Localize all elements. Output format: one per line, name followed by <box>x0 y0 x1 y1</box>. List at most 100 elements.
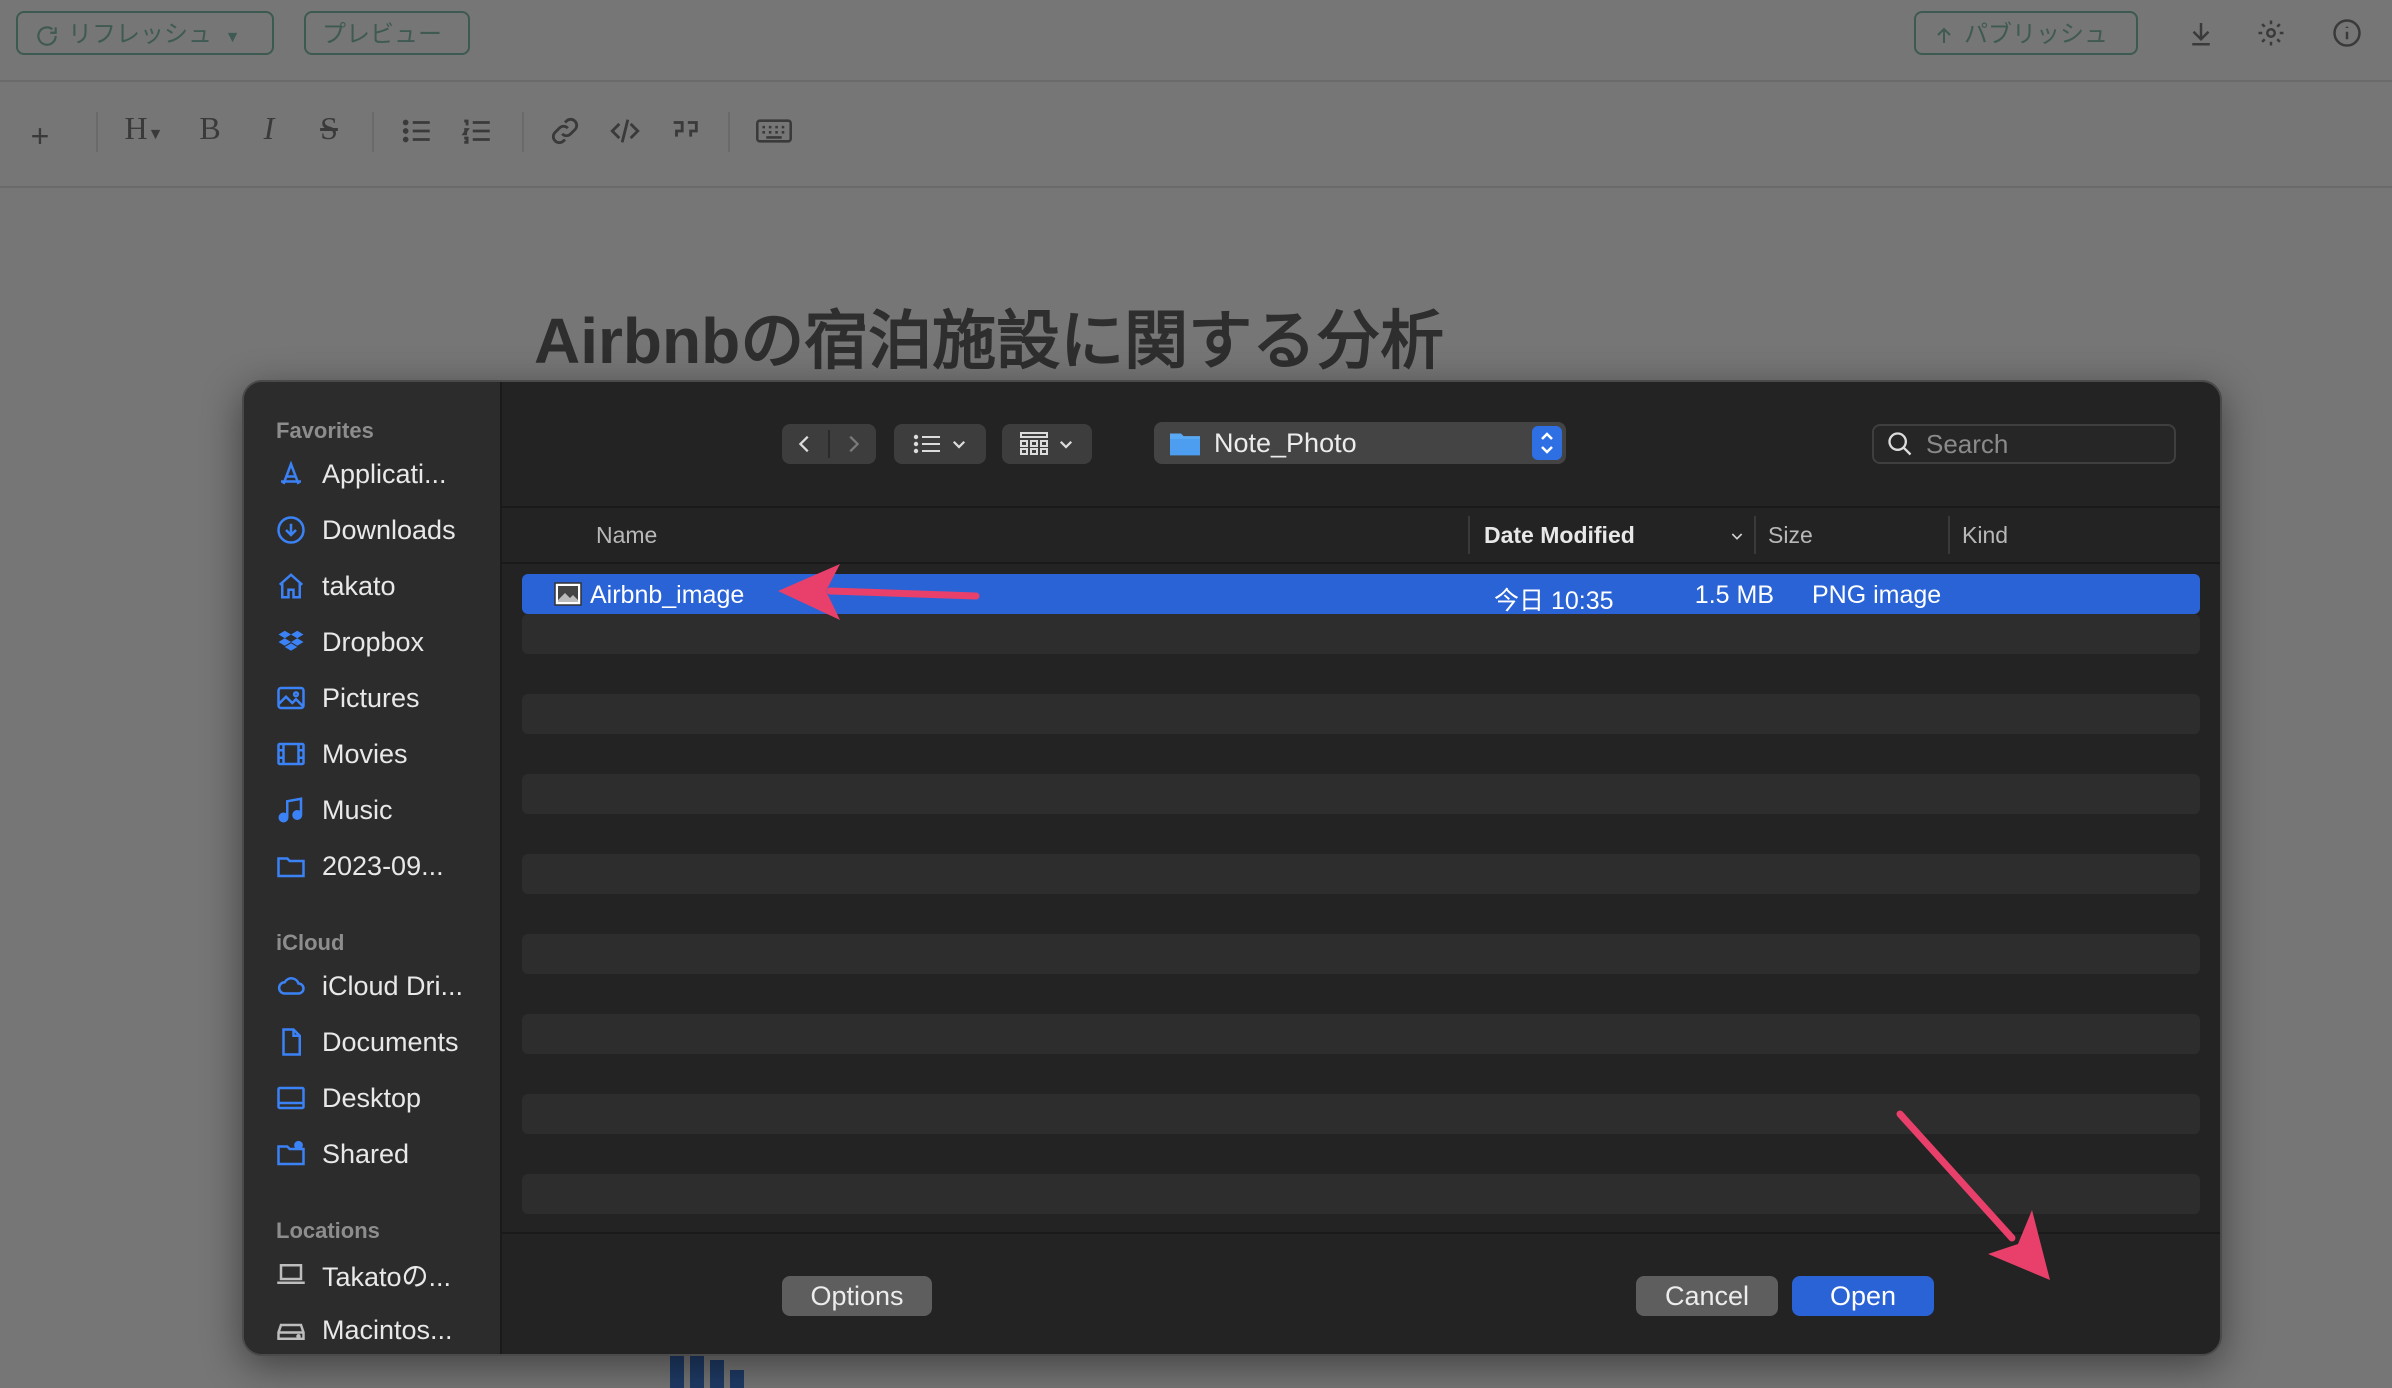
dialog-footer: Options Cancel Open <box>502 1232 2220 1354</box>
sidebar-item-label: Documents <box>322 1026 459 1057</box>
sidebar-item-label: Pictures <box>322 682 420 713</box>
empty-row <box>522 1174 2200 1214</box>
file-name: Airbnb_image <box>590 581 745 609</box>
chevron-down-icon: ▼ <box>224 29 241 46</box>
favorites-header: Favorites <box>276 418 374 443</box>
locations-header: Locations <box>276 1218 380 1243</box>
group-view-button[interactable] <box>1002 424 1092 464</box>
laptop-icon <box>274 1257 308 1291</box>
folder-path-popup[interactable]: Note_Photo <box>1154 422 1566 464</box>
empty-row <box>522 854 2200 894</box>
column-size[interactable]: Size <box>1768 522 1813 549</box>
folder-icon <box>1170 433 1200 456</box>
preview-button[interactable]: プレビュー <box>304 11 470 55</box>
icloud-header: iCloud <box>276 930 345 955</box>
dialog-sidebar: Favorites Applicati... Downloads takato … <box>244 382 502 1354</box>
grid-icon <box>1020 432 1048 455</box>
sidebar-item-label: Dropbox <box>322 626 425 657</box>
strikethrough-button[interactable]: S <box>312 108 346 148</box>
file-size: 1.5 MB <box>1694 581 1774 609</box>
download-icon[interactable] <box>2186 18 2216 48</box>
search-field[interactable]: Search <box>1872 424 2176 464</box>
gear-icon[interactable] <box>2256 18 2286 48</box>
dropbox-icon <box>274 625 308 659</box>
sidebar-item-downloads[interactable]: Downloads <box>274 505 496 555</box>
sidebar-item-home[interactable]: takato <box>274 561 496 611</box>
sidebar-item-music[interactable]: Music <box>274 785 496 835</box>
file-kind: PNG image <box>1812 581 1942 609</box>
divider <box>522 112 524 152</box>
empty-row <box>522 1014 2200 1054</box>
sidebar-item-label: iCloud Dri... <box>322 970 464 1001</box>
home-icon <box>274 569 308 603</box>
preview-label: プレビュー <box>322 21 442 48</box>
pictures-icon <box>274 681 308 715</box>
sidebar-item-label: Shared <box>322 1138 410 1169</box>
image-file-icon <box>554 582 582 606</box>
publish-label: パブリッシュ <box>1964 21 2108 48</box>
sidebar-item-dropbox[interactable]: Dropbox <box>274 617 496 667</box>
options-button[interactable]: Options <box>782 1276 932 1316</box>
chevron-down-icon <box>952 440 966 449</box>
divider <box>372 112 374 152</box>
disk-icon <box>274 1313 308 1347</box>
back-button[interactable] <box>782 424 828 464</box>
sidebar-item-label: Movies <box>322 738 408 769</box>
divider <box>96 112 98 152</box>
numbered-list-icon[interactable] <box>460 114 494 148</box>
list-icon <box>913 434 940 454</box>
sidebar-item-applications[interactable]: Applicati... <box>274 449 496 499</box>
sidebar-item-icloud-drive[interactable]: iCloud Dri... <box>274 961 496 1011</box>
file-date-modified: 今日 10:35 <box>1494 587 1614 615</box>
cloud-icon <box>274 969 308 1003</box>
upload-icon <box>1937 27 1951 43</box>
current-folder-name: Note_Photo <box>1214 427 1357 458</box>
bullet-list-icon[interactable] <box>400 114 434 148</box>
cancel-button[interactable]: Cancel <box>1636 1276 1778 1316</box>
heading-button[interactable]: H▼ <box>120 108 168 148</box>
movies-icon <box>274 737 308 771</box>
refresh-icon <box>37 26 57 46</box>
file-browser: Note_Photo Search Name Date Modified Siz… <box>502 382 2220 1354</box>
italic-button[interactable]: I <box>254 108 284 148</box>
list-view-button[interactable] <box>894 424 986 464</box>
code-icon[interactable] <box>608 114 642 148</box>
sidebar-item-label: Desktop <box>322 1082 422 1113</box>
sidebar-item-macintosh-hd[interactable]: Macintos... <box>274 1305 496 1354</box>
column-name[interactable]: Name <box>596 522 657 549</box>
link-icon[interactable] <box>548 114 582 148</box>
refresh-button[interactable]: リフレッシュ ▼ <box>16 11 274 55</box>
chevron-right-icon <box>849 435 860 453</box>
document-icon <box>274 1025 308 1059</box>
refresh-label: リフレッシュ <box>68 21 212 48</box>
sidebar-item-label: Macintos... <box>322 1314 453 1345</box>
sidebar-item-shared[interactable]: Shared <box>274 1129 496 1179</box>
quote-icon[interactable] <box>668 114 702 148</box>
editor-top-bar: リフレッシュ ▼ プレビュー パブリッシュ <box>0 0 2392 82</box>
sidebar-item-computer[interactable]: Takatoの... <box>274 1249 496 1299</box>
open-button[interactable]: Open <box>1792 1276 1934 1316</box>
applications-icon <box>274 457 308 491</box>
sidebar-item-label: 2023-09... <box>322 850 444 881</box>
column-date-modified[interactable]: Date Modified <box>1484 522 1635 549</box>
sidebar-item-movies[interactable]: Movies <box>274 729 496 779</box>
empty-row <box>522 934 2200 974</box>
file-row[interactable]: Airbnb_image 今日 10:35 1.5 MB PNG image <box>522 574 2200 615</box>
add-block-icon[interactable]: + <box>22 116 58 156</box>
history-nav <box>782 424 876 464</box>
bold-button[interactable]: B <box>194 108 226 148</box>
chevron-left-icon <box>798 435 809 453</box>
desktop-icon <box>274 1081 308 1115</box>
format-toolbar: + H▼ B I S <box>0 82 2392 188</box>
sidebar-item-pictures[interactable]: Pictures <box>274 673 496 723</box>
keyboard-icon[interactable] <box>756 116 792 146</box>
sidebar-item-folder-2023-09[interactable]: 2023-09... <box>274 841 496 891</box>
empty-row <box>522 694 2200 734</box>
column-kind[interactable]: Kind <box>1962 522 2008 549</box>
publish-button[interactable]: パブリッシュ <box>1914 11 2138 55</box>
forward-button[interactable] <box>830 424 876 464</box>
info-icon[interactable] <box>2332 18 2362 48</box>
sidebar-item-documents[interactable]: Documents <box>274 1017 496 1067</box>
sort-chevron-icon <box>1731 533 1743 540</box>
sidebar-item-desktop[interactable]: Desktop <box>274 1073 496 1123</box>
